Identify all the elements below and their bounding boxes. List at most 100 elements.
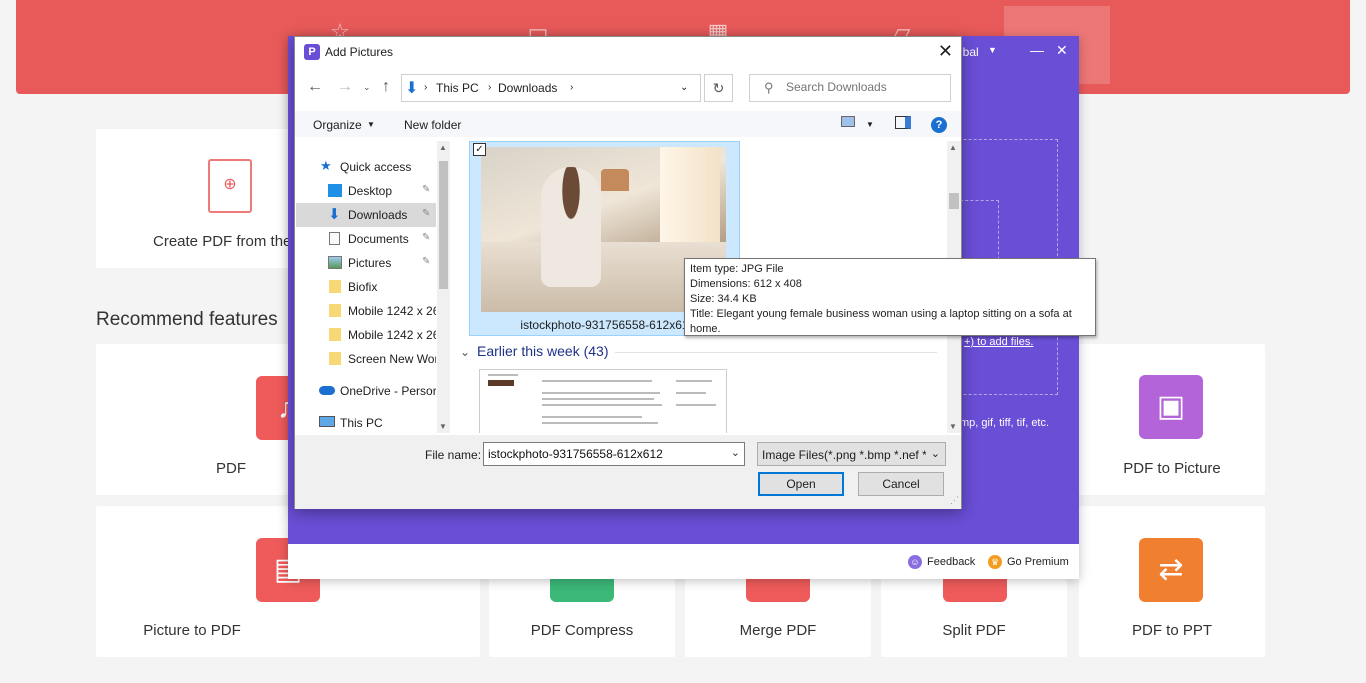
sidebar-item-label: Screen New Wor [348, 352, 436, 366]
resize-grip-icon[interactable]: ⋰ [950, 495, 959, 506]
sidebar-item-desktop[interactable]: Desktop ✎ [296, 179, 436, 203]
refresh-icon[interactable]: ↻ [704, 74, 733, 102]
group-divider [615, 352, 937, 353]
add-files-link[interactable]: +) to add files. [964, 336, 1033, 348]
pin-icon: ✎ [422, 208, 431, 219]
onedrive-icon [319, 386, 335, 395]
chevron-down-icon[interactable]: ▼ [367, 120, 375, 129]
recent-dropdown-icon[interactable]: ⌄ [363, 82, 371, 93]
sidebar-item-this-pc[interactable]: This PC [296, 411, 436, 433]
file-name-label: File name: [425, 448, 482, 462]
go-premium-button[interactable]: ♛ Go Premium [988, 555, 1069, 569]
sidebar-item-label: Documents [348, 232, 409, 246]
organize-button[interactable]: Organize [313, 118, 362, 132]
preview-pane-icon[interactable] [895, 116, 911, 129]
cancel-button[interactable]: Cancel [858, 472, 944, 496]
sidebar-item-quick-access[interactable]: ★ Quick access [296, 155, 436, 179]
user-dropdown-icon[interactable]: ▼ [988, 45, 997, 55]
file-name-input[interactable] [488, 447, 718, 461]
selection-checkbox[interactable]: ✓ [473, 143, 486, 156]
pin-icon: ✎ [422, 256, 431, 267]
group-header[interactable]: Earlier this week (43) [477, 343, 609, 359]
breadcrumb-this-pc[interactable]: This PC [436, 81, 479, 95]
navigation-scrollbar[interactable]: ▲ ▼ [437, 141, 450, 433]
chevron-down-icon[interactable]: ⌄ [731, 446, 740, 459]
file-type-value: Image Files(*.png *.bmp *.nef * [762, 448, 926, 462]
scroll-thumb[interactable] [949, 193, 959, 209]
breadcrumb-separator: › [570, 82, 574, 93]
folder-icon [329, 352, 341, 365]
address-bar[interactable]: ⬇ › This PC › Downloads › ⌄ [401, 74, 701, 102]
sidebar-item-mobile-2[interactable]: Mobile 1242 x 26 [296, 323, 436, 347]
close-icon[interactable]: ✕ [938, 41, 953, 62]
open-button[interactable]: Open [758, 472, 844, 496]
download-arrow-icon: ⬇ [405, 80, 419, 97]
feature-label: PDF to PPT [1131, 622, 1213, 639]
create-pdf-card[interactable]: ⊕ Create PDF from the [96, 129, 296, 268]
breadcrumb-separator: › [424, 82, 428, 93]
app-logo-icon: P [304, 44, 320, 60]
file-type-select[interactable]: Image Files(*.png *.bmp *.nef * ⌄ [757, 442, 946, 466]
command-bar: Organize ▼ New folder ▼ [295, 111, 961, 137]
help-icon[interactable]: ? [931, 117, 947, 133]
feedback-button[interactable]: ☺ Feedback [908, 555, 975, 569]
feature-card-pdf-to-picture[interactable]: ▣ PDF to Picture [1079, 344, 1265, 495]
tooltip-title: Title: Elegant young female business wom… [690, 308, 1072, 335]
sidebar-item-biofix[interactable]: Biofix [296, 275, 436, 299]
sidebar-item-label: Desktop [348, 184, 393, 198]
dialog-title: Add Pictures [325, 45, 394, 59]
sidebar-item-label: Pictures [348, 256, 392, 270]
pin-icon: ✎ [422, 232, 431, 243]
breadcrumb-downloads[interactable]: Downloads [498, 81, 557, 95]
scroll-thumb[interactable] [439, 161, 448, 289]
file-name-field[interactable]: ⌄ [483, 442, 745, 466]
sidebar-item-label: Biofix [348, 280, 378, 294]
feature-card-pdf[interactable]: ♫ PDF [96, 344, 320, 495]
folder-icon [329, 328, 341, 341]
sidebar-item-onedrive[interactable]: OneDrive - Persor [296, 379, 436, 403]
pdf-to-ppt-icon: ⇄ [1139, 538, 1203, 602]
new-folder-button[interactable]: New folder [404, 118, 461, 132]
tooltip-dimensions: Dimensions: 612 x 408 [690, 278, 802, 290]
scroll-down-icon[interactable]: ▼ [949, 422, 957, 431]
scroll-up-icon[interactable]: ▲ [949, 143, 957, 152]
close-icon[interactable]: ✕ [1056, 42, 1068, 59]
chevron-down-icon[interactable]: ⌄ [680, 82, 688, 93]
forward-arrow-icon[interactable]: → [337, 78, 353, 96]
feature-card-pdf-to-ppt[interactable]: ⇄ PDF to PPT [1079, 506, 1265, 657]
scroll-up-icon[interactable]: ▲ [439, 143, 447, 152]
crown-icon: ♛ [988, 555, 1002, 569]
back-arrow-icon[interactable]: ← [307, 78, 323, 96]
feature-label: PDF [216, 460, 246, 477]
chevron-down-icon: ⌄ [930, 448, 940, 460]
create-pdf-icon: ⊕ [208, 159, 252, 213]
chevron-down-icon[interactable]: ⌄ [460, 345, 470, 359]
feature-label: Merge PDF [739, 622, 817, 639]
file-info-tooltip: Item type: JPG File Dimensions: 612 x 40… [684, 258, 1096, 336]
sidebar-item-downloads[interactable]: ⬇ Downloads ✎ [296, 203, 436, 227]
section-title: Recommend features [96, 309, 278, 330]
create-pdf-label: Create PDF from the [153, 233, 292, 250]
document-thumbnail[interactable] [479, 369, 727, 433]
search-input[interactable] [786, 80, 946, 94]
scroll-down-icon[interactable]: ▼ [439, 422, 447, 431]
computer-icon [319, 416, 335, 427]
sidebar-item-pictures[interactable]: Pictures ✎ [296, 251, 436, 275]
sidebar-item-documents[interactable]: Documents ✎ [296, 227, 436, 251]
feature-label: PDF to Picture [1123, 460, 1221, 477]
pictures-icon [328, 256, 342, 269]
navigation-pane: ★ Quick access Desktop ✎ ⬇ Downloads ✎ D… [296, 141, 451, 433]
tooltip-type: Item type: JPG File [690, 263, 784, 275]
folder-icon [329, 280, 341, 293]
chevron-down-icon[interactable]: ▼ [866, 120, 874, 129]
search-box[interactable]: ⚲ [749, 74, 951, 102]
minimize-icon[interactable]: — [1030, 42, 1044, 58]
sidebar-item-label: OneDrive - Persor [340, 384, 436, 398]
sidebar-item-mobile-1[interactable]: Mobile 1242 x 26 [296, 299, 436, 323]
pdf-to-picture-icon: ▣ [1139, 375, 1203, 439]
sidebar-item-screen-new[interactable]: Screen New Wor [296, 347, 436, 371]
view-options-icon[interactable] [841, 116, 855, 127]
up-arrow-icon[interactable]: ↑ [382, 78, 390, 96]
tooltip-size: Size: 34.4 KB [690, 293, 757, 305]
download-arrow-icon: ⬇ [328, 206, 341, 223]
